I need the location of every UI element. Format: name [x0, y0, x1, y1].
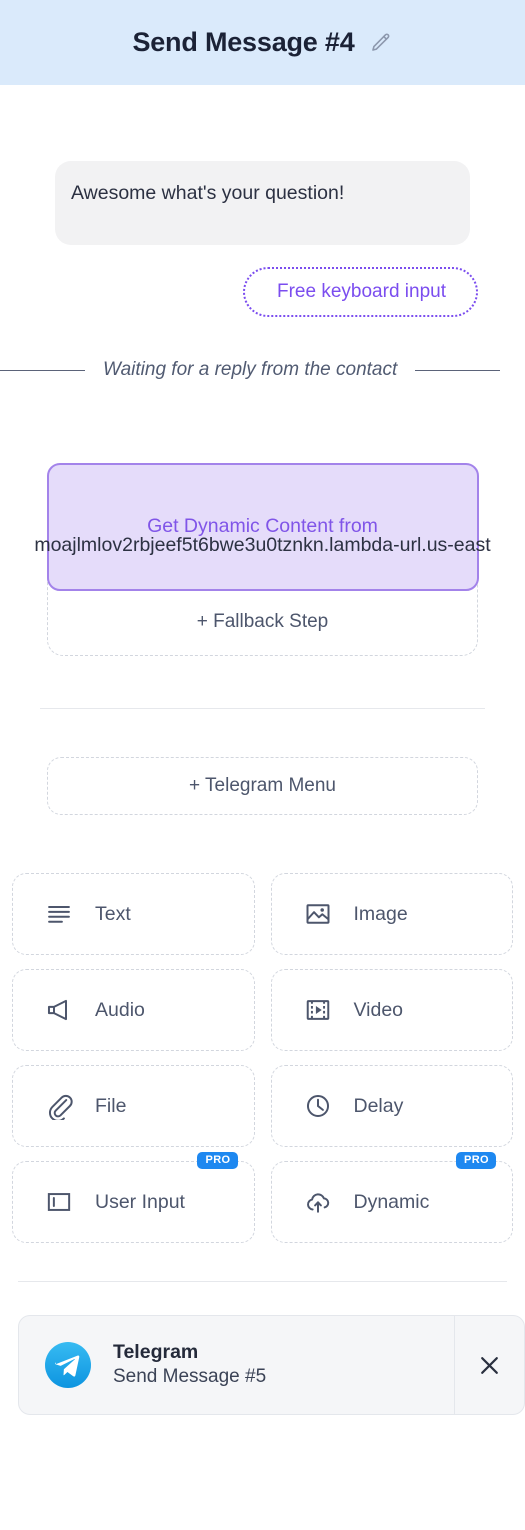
node-card-text: Telegram Send Message #5	[113, 1340, 266, 1389]
action-tile-label: Video	[353, 998, 404, 1021]
action-tile-dynamic[interactable]: PRO Dynamic	[270, 1152, 513, 1243]
text-lines-icon	[45, 900, 73, 928]
image-icon	[304, 900, 332, 928]
film-play-icon	[304, 996, 332, 1024]
action-tile-label: Dynamic	[353, 1190, 430, 1213]
waiting-divider: Waiting for a reply from the contact	[0, 359, 525, 381]
action-tile-video[interactable]: Video	[270, 969, 513, 1051]
close-button[interactable]	[454, 1316, 524, 1414]
telegram-menu-row: + Telegram Menu	[0, 709, 525, 815]
action-tile-image[interactable]: Image	[270, 873, 513, 955]
speaker-icon	[45, 996, 73, 1024]
action-tile-audio[interactable]: Audio	[12, 969, 255, 1051]
free-keyboard-input-pill[interactable]: Free keyboard input	[243, 267, 478, 317]
action-tile-label: User Input	[95, 1190, 185, 1213]
text-cursor-box-icon	[45, 1188, 73, 1216]
action-tile-delay[interactable]: Delay	[270, 1065, 513, 1147]
paperclip-icon	[45, 1092, 73, 1120]
message-row: Awesome what's your question!	[0, 161, 525, 245]
node-step-name: Send Message #5	[113, 1365, 267, 1387]
divider-line-right	[415, 369, 501, 371]
node-platform-name: Telegram	[113, 1341, 199, 1364]
pencil-icon[interactable]	[369, 31, 393, 55]
close-icon	[476, 1352, 503, 1379]
clock-icon	[304, 1092, 332, 1120]
action-tile-user-input[interactable]: PRO User Input	[12, 1152, 255, 1243]
message-editor-panel: Send Message #4 Awesome what's your ques…	[0, 0, 525, 1530]
pro-badge: PRO	[455, 1152, 496, 1169]
panel-header: Send Message #4	[0, 0, 525, 85]
action-grid: Text Image Audio Video File Delay PRO Us…	[0, 873, 525, 1243]
page-title: Send Message #4	[132, 27, 355, 57]
add-fallback-step-button[interactable]: + Fallback Step	[48, 589, 477, 655]
add-telegram-menu-button[interactable]: + Telegram Menu	[47, 757, 478, 815]
node-card-main[interactable]: Telegram Send Message #5	[19, 1316, 454, 1414]
action-tile-text[interactable]: Text	[12, 873, 255, 955]
cloud-upload-icon	[304, 1188, 332, 1216]
pro-badge: PRO	[197, 1152, 238, 1169]
action-tile-label: Image	[353, 902, 408, 925]
message-text: Awesome what's your question!	[71, 182, 345, 204]
dynamic-content-url: moajlmlov2rbjeef5t6bwe3u0tznkn.lambda-ur…	[34, 534, 491, 556]
action-tile-label: Text	[95, 902, 131, 925]
section-divider-2	[18, 1281, 507, 1282]
divider-line-left	[0, 369, 85, 371]
next-step-node-card[interactable]: Telegram Send Message #5	[18, 1315, 525, 1415]
dynamic-content-outer: Get Dynamic Content from moajlmlov2rbjee…	[34, 462, 491, 656]
dynamic-content-card[interactable]: Get Dynamic Content from	[46, 462, 479, 591]
dynamic-content-block: Get Dynamic Content from moajlmlov2rbjee…	[0, 462, 525, 656]
message-bubble[interactable]: Awesome what's your question!	[55, 161, 470, 245]
action-tile-label: Delay	[353, 1094, 404, 1117]
panel-body: Awesome what's your question! Free keybo…	[0, 85, 525, 1415]
waiting-divider-text: Waiting for a reply from the contact	[103, 359, 398, 380]
keyboard-pill-row: Free keyboard input	[0, 245, 525, 317]
telegram-logo-icon	[45, 1342, 91, 1388]
action-tile-label: File	[95, 1094, 127, 1117]
action-tile-label: Audio	[95, 998, 145, 1021]
action-tile-file[interactable]: File	[12, 1065, 255, 1147]
